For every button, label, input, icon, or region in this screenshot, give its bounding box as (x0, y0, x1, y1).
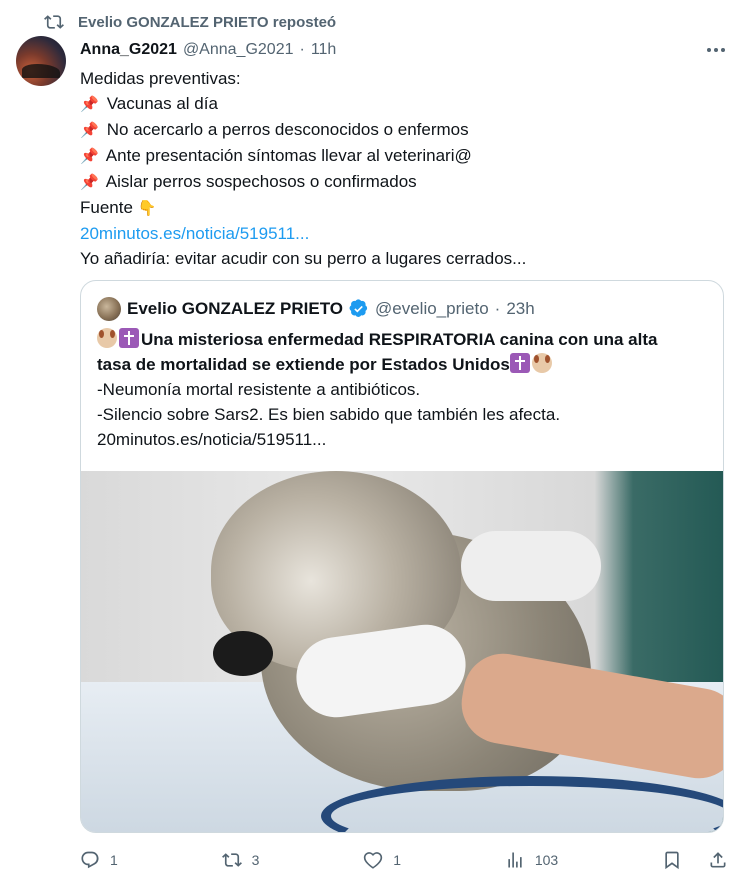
tweet-line-text: No acercarlo a perros desconocidos o enf… (106, 120, 469, 139)
pushpin-icon: 📌 (80, 148, 99, 165)
repost-icon (221, 853, 242, 867)
verified-badge-icon (349, 299, 368, 317)
repost-button[interactable]: 3 (221, 850, 260, 870)
quote-headline-line1: Una misteriosa enfermedad RESPIRATORIA c… (141, 330, 658, 349)
quote-author-name: Evelio GONZALEZ PRIETO (127, 299, 343, 318)
share-button[interactable] (708, 850, 728, 870)
quote-time: 23h (506, 299, 535, 318)
tweet-body: Medidas preventivas: 📌 Vacunas al día 📌 … (80, 66, 720, 271)
more-dot (714, 48, 718, 52)
pushpin-icon: 📌 (80, 122, 99, 139)
reply-icon (81, 851, 99, 869)
author-name[interactable]: Anna_G2021 (80, 41, 177, 59)
more-dot (707, 48, 711, 52)
quote-headline-2: tasa de mortalidad se extiende por Estad… (97, 352, 712, 377)
tweet-line: 📌 Ante presentación síntomas llevar al v… (80, 143, 720, 169)
heart-icon (364, 852, 383, 869)
tweet-line: 📌 Aislar perros sospechosos o confirmado… (80, 169, 720, 195)
repost-icon (44, 15, 64, 29)
quote-avatar (97, 297, 121, 321)
tweet-line-text: Fuente (80, 198, 133, 217)
views-button[interactable]: 103 (505, 850, 558, 870)
quote-link[interactable]: 20minutos.es/noticia/519511... (97, 427, 712, 452)
views-count: 103 (534, 852, 559, 868)
quote-image[interactable] (81, 471, 723, 832)
pushpin-icon: 📌 (80, 174, 99, 191)
separator-dot: · (494, 299, 501, 318)
more-options-button[interactable] (704, 40, 728, 60)
tweet-line: Fuente 👇 (80, 195, 720, 221)
tweet-line-text: Ante presentación síntomas llevar al vet… (105, 146, 472, 165)
tweet-line: 📌 Vacunas al día (80, 91, 720, 117)
views-chart-icon (508, 852, 522, 868)
repost-header[interactable]: Evelio GONZALEZ PRIETO reposteó (44, 8, 336, 36)
quote-headline: Una misteriosa enfermedad RESPIRATORIA c… (97, 327, 712, 352)
image-glove (461, 531, 601, 601)
latin-cross-icon (119, 328, 139, 348)
dog-face-icon (531, 353, 552, 373)
pointing-down-icon: 👇 (137, 200, 157, 217)
bookmark-button[interactable] (662, 850, 682, 870)
tweet-line: 📌 No acercarlo a perros desconocidos o e… (80, 117, 720, 143)
avatar[interactable] (16, 36, 66, 86)
dog-face-icon (97, 328, 117, 348)
pushpin-icon: 📌 (80, 96, 99, 113)
reply-count: 1 (110, 852, 118, 868)
tweet-line-text: Aislar perros sospechosos o confirmados (105, 172, 417, 191)
quote-headline-line2: tasa de mortalidad se extiende por Estad… (97, 355, 510, 374)
quote-line: -Neumonía mortal resistente a antibiótic… (97, 380, 421, 399)
latin-cross-icon (509, 353, 530, 373)
tweet-header: Anna_G2021 @Anna_G2021 · 11h (80, 38, 336, 62)
bookmark-icon (665, 851, 679, 870)
quote-author-handle: @evelio_prieto (375, 299, 489, 318)
separator-dot: · (299, 41, 305, 58)
like-count: 1 (393, 852, 402, 868)
repost-count: 3 (251, 852, 260, 868)
author-handle[interactable]: @Anna_G2021 (183, 41, 294, 59)
more-dot (721, 48, 725, 52)
tweet-line-text: Vacunas al día (106, 94, 218, 113)
action-bar: 1 3 1 103 (80, 846, 728, 874)
tweet-line: Yo añadiría: evitar acudir con su perro … (80, 249, 527, 268)
share-icon (710, 852, 726, 868)
like-button[interactable]: 1 (363, 850, 401, 870)
quote-line: -Silencio sobre Sars2. Es bien sabido qu… (97, 405, 561, 424)
tweet-line: Medidas preventivas: (80, 69, 241, 88)
repost-label: Evelio GONZALEZ PRIETO reposteó (78, 13, 337, 31)
quote-header: Evelio GONZALEZ PRIETO @evelio_prieto · … (97, 297, 535, 321)
quoted-tweet[interactable]: Evelio GONZALEZ PRIETO @evelio_prieto · … (80, 280, 724, 833)
reply-button[interactable]: 1 (80, 850, 118, 870)
image-dog-nose (213, 631, 273, 676)
source-link[interactable]: 20minutos.es/noticia/519511... (80, 221, 720, 246)
quote-body: Una misteriosa enfermedad RESPIRATORIA c… (97, 327, 712, 452)
tweet-time[interactable]: 11h (311, 41, 337, 59)
